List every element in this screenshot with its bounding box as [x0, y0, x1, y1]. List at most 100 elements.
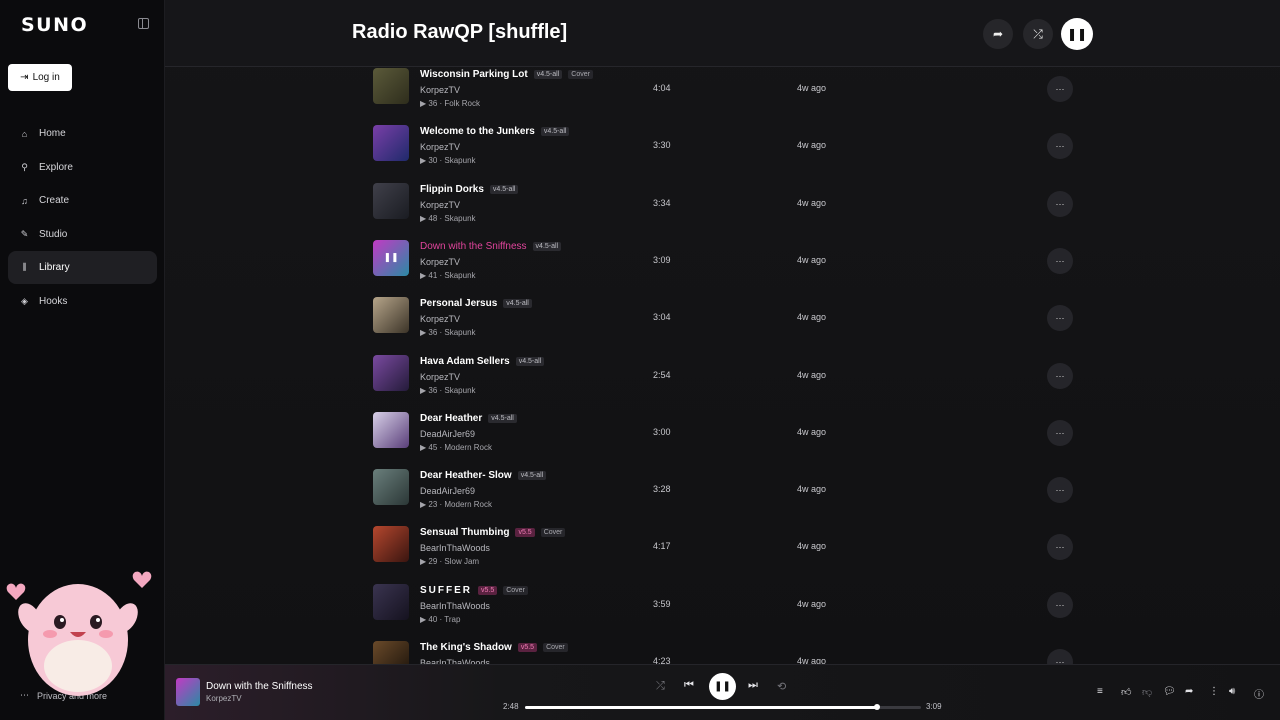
- progress-knob[interactable]: [874, 704, 881, 710]
- track-genre[interactable]: Skapunk: [444, 214, 475, 223]
- track-more-button[interactable]: ···: [1047, 305, 1073, 332]
- pause-icon[interactable]: ❚❚: [373, 240, 409, 276]
- volume-icon[interactable]: 🔊︎: [1229, 686, 1235, 697]
- track-title[interactable]: Dear Heather- Slow: [420, 470, 512, 481]
- track-thumbnail[interactable]: [373, 354, 409, 391]
- track-thumbnail[interactable]: [373, 411, 409, 448]
- track-more-button[interactable]: ···: [1047, 190, 1073, 217]
- track-title[interactable]: Personal Jersus: [420, 298, 497, 309]
- progress-bar[interactable]: [525, 704, 921, 710]
- sidebar-item-label: Studio: [39, 228, 68, 240]
- track-artist[interactable]: BearInThaWoods: [420, 601, 490, 611]
- track-title[interactable]: Hava Adam Sellers: [420, 356, 510, 367]
- track-artist[interactable]: DeadAirJer69: [420, 429, 475, 439]
- track-row[interactable]: Sensual Thumbing v5.5 Cover BearInThaWoods ▶…: [373, 524, 1093, 581]
- track-title[interactable]: Dear Heather: [420, 413, 482, 424]
- track-thumbnail[interactable]: [373, 125, 409, 162]
- track-row[interactable]: The King's Shadow v5.5 Cover BearInThaWoods…: [373, 639, 1093, 664]
- track-title[interactable]: Welcome to the Junkers: [420, 126, 535, 137]
- track-row[interactable]: Personal Jersus v4.5-all KorpezTV ▶ 36 · Sk…: [373, 295, 1093, 352]
- track-more-button[interactable]: ···: [1047, 133, 1073, 160]
- track-row[interactable]: Flippin Dorks v4.5-all KorpezTV ▶ 48 · Skap…: [373, 181, 1093, 238]
- track-genre[interactable]: Slow Jam: [444, 557, 479, 566]
- sidebar-collapse-icon[interactable]: [138, 18, 149, 29]
- now-playing-thumbnail[interactable]: [176, 678, 200, 706]
- track-more-button[interactable]: ···: [1047, 534, 1073, 561]
- track-artist[interactable]: KorpezTV: [420, 200, 460, 210]
- track-row[interactable]: ❚❚ Down with the Sniffness v4.5-all KorpezT…: [373, 238, 1093, 295]
- track-row[interactable]: Dear Heather- Slow v4.5-all DeadAirJer69 ▶ …: [373, 467, 1093, 524]
- comment-icon[interactable]: 💬︎: [1163, 686, 1176, 697]
- track-row[interactable]: Hava Adam Sellers v4.5-all KorpezTV ▶ 36 · …: [373, 353, 1093, 410]
- track-artist[interactable]: KorpezTV: [420, 314, 460, 324]
- login-button[interactable]: ⇥ Log in: [8, 64, 72, 91]
- track-title-line: Flippin Dorks v4.5-all: [420, 184, 519, 195]
- track-genre[interactable]: Modern Rock: [444, 443, 492, 452]
- track-genre[interactable]: Skapunk: [444, 271, 475, 280]
- shuffle-button[interactable]: ⤮: [1023, 19, 1053, 49]
- track-more-button[interactable]: ···: [1047, 362, 1073, 389]
- track-artist[interactable]: KorpezTV: [420, 372, 460, 382]
- suno-logo[interactable]: SUNO: [21, 14, 88, 36]
- player-pause-button[interactable]: ❚❚: [709, 673, 736, 700]
- track-thumbnail[interactable]: [373, 641, 409, 664]
- track-more-button[interactable]: ···: [1047, 247, 1073, 274]
- share-button[interactable]: ➦: [983, 19, 1013, 49]
- track-artist[interactable]: KorpezTV: [420, 85, 460, 95]
- next-track-icon[interactable]: ⏭: [748, 679, 758, 692]
- dislike-icon[interactable]: 👎︎: [1142, 686, 1152, 698]
- track-genre[interactable]: Skapunk: [444, 386, 475, 395]
- sidebar-item-library[interactable]: ⫼ Library: [8, 251, 157, 284]
- previous-track-icon[interactable]: ⏮: [684, 679, 694, 692]
- track-created-age: 4w ago: [797, 83, 827, 93]
- track-row[interactable]: Welcome to the Junkers v4.5-all KorpezTV ▶ …: [373, 123, 1093, 180]
- track-artist[interactable]: DeadAirJer69: [420, 486, 475, 496]
- sidebar-item-studio[interactable]: ✎ Studio: [8, 218, 157, 251]
- queue-icon[interactable]: ≡: [1097, 686, 1103, 697]
- repeat-icon[interactable]: ⟲: [777, 680, 786, 693]
- track-more-button[interactable]: ···: [1047, 591, 1073, 618]
- track-more-button[interactable]: ···: [1047, 477, 1073, 504]
- track-row[interactable]: SUFFER v5.5 Cover BearInThaWoods ▶ 40 · Trap…: [373, 582, 1093, 639]
- track-more-button[interactable]: ···: [1047, 76, 1073, 102]
- track-title[interactable]: Flippin Dorks: [420, 184, 484, 195]
- now-playing-artist[interactable]: KorpezTV: [206, 694, 242, 703]
- track-thumbnail[interactable]: [373, 182, 409, 219]
- track-genre[interactable]: Skapunk: [444, 328, 475, 337]
- play-count: 36: [428, 328, 438, 338]
- share-icon[interactable]: ➦: [1185, 686, 1193, 697]
- track-thumbnail[interactable]: ❚❚: [373, 239, 409, 276]
- track-thumbnail[interactable]: [373, 583, 409, 620]
- now-playing-title[interactable]: Down with the Sniffness: [206, 681, 313, 692]
- track-thumbnail[interactable]: [373, 297, 409, 334]
- track-title[interactable]: Sensual Thumbing: [420, 527, 509, 538]
- more-vertical-icon[interactable]: ⋮: [1209, 686, 1219, 697]
- track-thumbnail[interactable]: [373, 469, 409, 506]
- track-title[interactable]: The King's Shadow: [420, 642, 512, 653]
- track-artist[interactable]: KorpezTV: [420, 142, 460, 152]
- track-genre[interactable]: Modern Rock: [444, 500, 492, 509]
- track-artist[interactable]: BearInThaWoods: [420, 543, 490, 553]
- pause-button[interactable]: ❚❚: [1061, 18, 1093, 50]
- sidebar-item-hooks[interactable]: ◈ Hooks: [8, 285, 157, 318]
- track-more-button[interactable]: ···: [1047, 649, 1073, 664]
- track-title[interactable]: SUFFER: [420, 585, 472, 596]
- track-title[interactable]: Wisconsin Parking Lot: [420, 69, 528, 80]
- track-row[interactable]: Dear Heather v4.5-all DeadAirJer69 ▶ 45 · M…: [373, 410, 1093, 467]
- track-genre[interactable]: Folk Rock: [444, 99, 480, 108]
- shuffle-toggle-icon[interactable]: ⤮: [656, 680, 665, 693]
- track-title-line: Welcome to the Junkers v4.5-all: [420, 126, 570, 137]
- sidebar-item-create[interactable]: ♫ Create: [8, 184, 157, 217]
- info-icon[interactable]: ⓘ: [1254, 686, 1264, 701]
- track-genre[interactable]: Trap: [444, 615, 460, 624]
- track-thumbnail[interactable]: [373, 68, 409, 104]
- sidebar-item-explore[interactable]: ⚲ Explore: [8, 151, 157, 184]
- track-more-button[interactable]: ···: [1047, 419, 1073, 446]
- track-row[interactable]: Wisconsin Parking Lot v4.5-all Cover Korpez…: [373, 66, 1093, 123]
- track-artist[interactable]: KorpezTV: [420, 257, 460, 267]
- track-title[interactable]: Down with the Sniffness: [420, 241, 527, 252]
- like-icon[interactable]: 👍︎: [1121, 686, 1131, 698]
- sidebar-item-home[interactable]: ⌂ Home: [8, 117, 157, 150]
- track-genre[interactable]: Skapunk: [444, 156, 475, 165]
- track-thumbnail[interactable]: [373, 526, 409, 563]
